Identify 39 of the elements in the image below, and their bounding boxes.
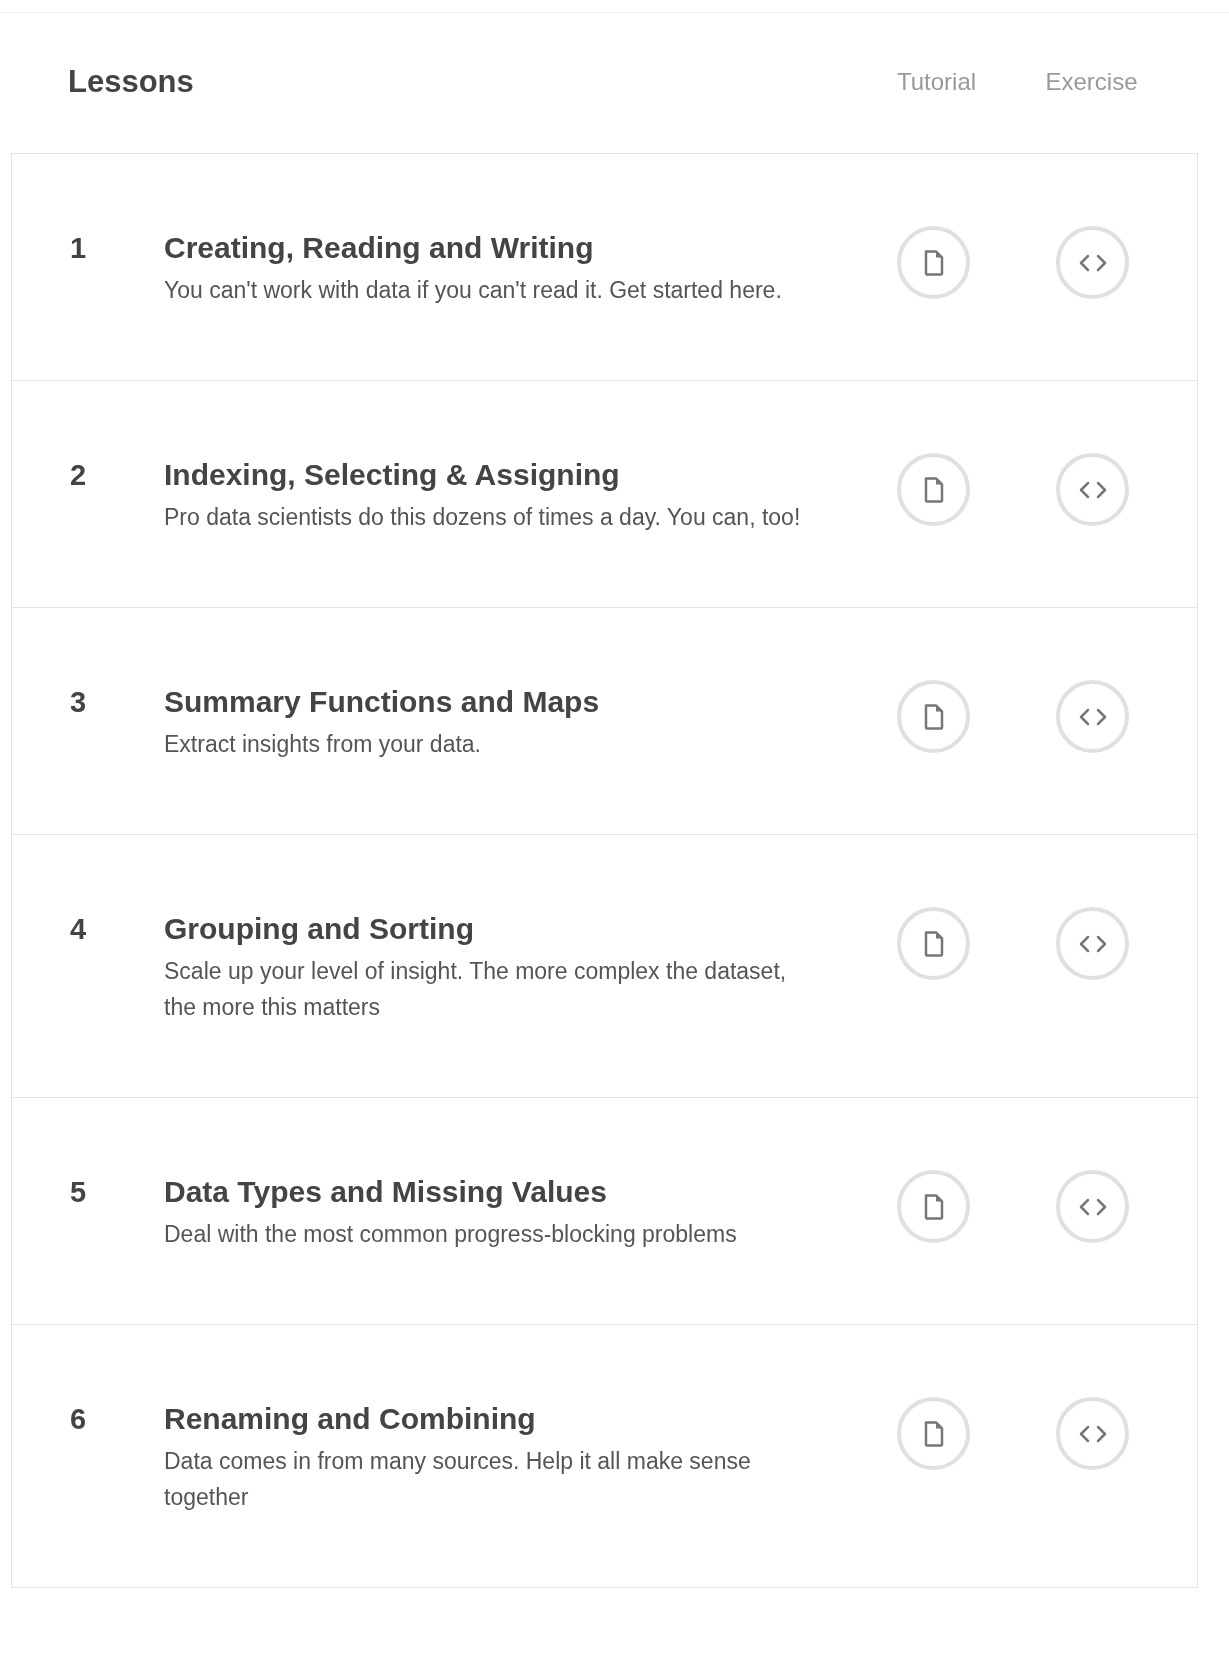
code-icon — [1078, 707, 1107, 726]
column-header: Exercise — [1044, 67, 1139, 97]
lesson-description: Extract insights from your data. — [164, 730, 482, 759]
tutorial-button[interactable] — [897, 1170, 970, 1243]
lesson-number: 1 — [70, 231, 88, 266]
lesson-number: 5 — [70, 1175, 88, 1210]
tutorial-button[interactable] — [897, 1397, 970, 1470]
lesson-title[interactable]: Grouping and Sorting — [164, 911, 897, 947]
lesson-title[interactable]: Renaming and Combining — [164, 1401, 897, 1437]
code-icon — [1078, 1424, 1107, 1443]
column-header: Tutorial — [895, 67, 978, 97]
code-icon — [1078, 1197, 1107, 1216]
lesson-number: 4 — [70, 912, 88, 947]
document-icon — [923, 476, 944, 503]
lesson-title[interactable]: Creating, Reading and Writing — [164, 230, 897, 266]
document-icon — [923, 703, 944, 730]
lesson-title[interactable]: Summary Functions and Maps — [164, 684, 897, 720]
lesson-description: Data comes in from many sources. Help it all make sense together — [164, 1447, 752, 1512]
lesson-description: Deal with the most common progress-blocking problems — [164, 1220, 738, 1249]
tutorial-button[interactable] — [897, 453, 970, 526]
section-title: Lessons — [68, 62, 195, 101]
tutorial-button[interactable] — [897, 680, 970, 753]
document-icon — [923, 1193, 944, 1220]
lesson-number: 2 — [70, 458, 88, 493]
lesson-number: 3 — [70, 685, 88, 720]
code-icon — [1078, 480, 1107, 499]
document-icon — [923, 1420, 944, 1447]
lesson-title[interactable]: Data Types and Missing Values — [164, 1174, 897, 1210]
lesson-title[interactable]: Indexing, Selecting & Assigning — [164, 457, 897, 493]
tutorial-button[interactable] — [897, 226, 970, 299]
code-icon — [1078, 253, 1107, 272]
document-icon — [923, 930, 944, 957]
code-icon — [1078, 934, 1107, 953]
lesson-number: 6 — [70, 1402, 88, 1437]
lesson-description: Pro data scientists do this dozens of times a day. You can, too! — [164, 503, 802, 532]
lesson-description: You can't work with data if you can't read it. Get started here. — [164, 276, 783, 305]
lesson-description: Scale up your level of insight. The more complex the dataset, the more this matters — [164, 957, 788, 1022]
document-icon — [923, 249, 944, 276]
tutorial-button[interactable] — [897, 907, 970, 980]
